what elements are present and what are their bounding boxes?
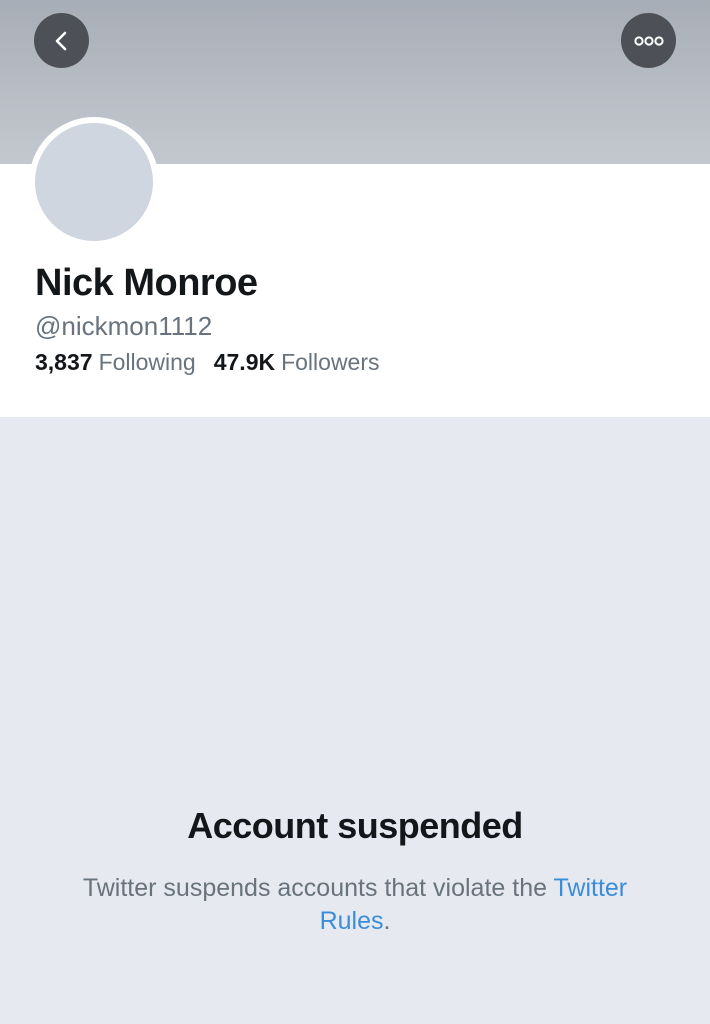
chevron-left-icon — [55, 31, 66, 50]
followers-count: 47.9K — [213, 349, 276, 375]
following-count: 3,837 — [35, 349, 93, 375]
display-name: Nick Monroe — [35, 262, 258, 304]
follow-stats: 3,837 Following 47.9K Followers — [35, 349, 380, 376]
user-handle: @nickmon1112 — [35, 311, 213, 341]
following-stat[interactable]: 3,837 Following — [35, 349, 196, 376]
suspended-message-text: Twitter suspends accounts that violate t… — [82, 874, 548, 902]
message-period: . — [383, 907, 391, 935]
back-button[interactable] — [34, 13, 89, 68]
more-options-button[interactable] — [621, 13, 676, 68]
suspended-title: Account suspended — [187, 805, 523, 846]
following-label: Following — [98, 349, 196, 375]
followers-label: Followers — [281, 349, 380, 375]
suspended-message: Twitter suspends accounts that violate t… — [80, 872, 630, 938]
more-options-icon — [633, 35, 664, 46]
avatar[interactable] — [29, 117, 159, 247]
followers-stat[interactable]: 47.9K Followers — [214, 349, 380, 376]
